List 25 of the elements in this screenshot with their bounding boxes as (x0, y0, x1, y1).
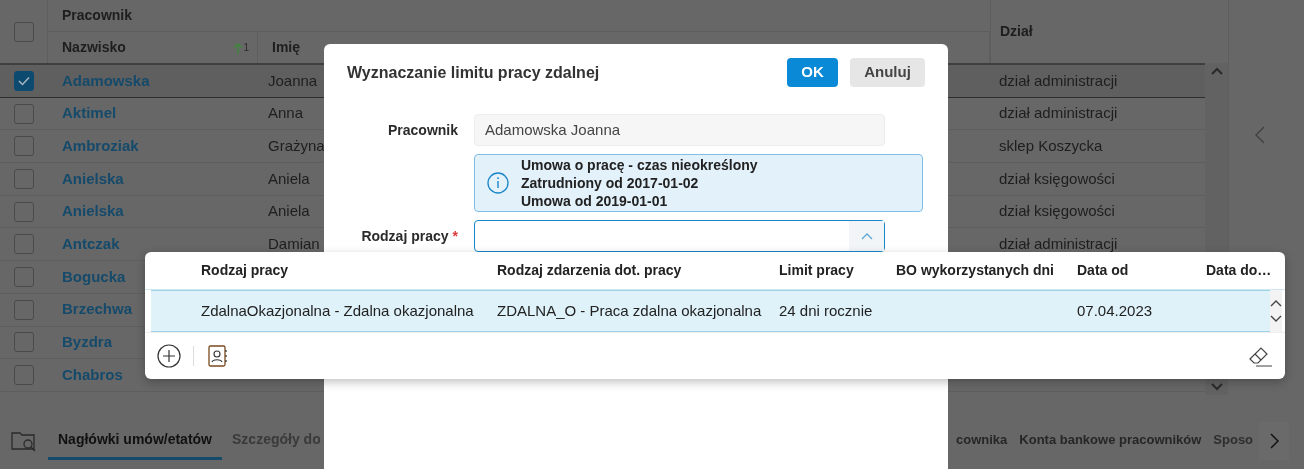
dialog-title: Wyznaczanie limitu pracy zdalnej (347, 62, 600, 83)
table-cell: Joanna (268, 71, 318, 89)
info-text: Umowa od 2019-01-01 (521, 192, 669, 210)
table-cell: dział administracji (999, 71, 1118, 89)
table-cell: 07.04.2023 (1077, 301, 1153, 319)
table-cell: Damian (268, 235, 320, 253)
table-cell: dział administracji (999, 104, 1118, 122)
table-cell: ZDALNA_O - Praca zdalna okazjonalna (497, 301, 762, 319)
table-cell: Grażyna (268, 136, 325, 154)
info-text: Zatrudniony od 2017-01-02 (521, 174, 700, 192)
required-mark: * (452, 227, 458, 244)
table-cell: Aniela (268, 202, 310, 220)
field-label: Rodzaj pracy (361, 227, 449, 244)
table-cell: dział księgowości (999, 169, 1115, 187)
info-text: Umowa o pracę - czas nieokreślony (521, 156, 758, 174)
column-group-header: Pracownik (62, 6, 133, 25)
field-label: Pracownik (387, 121, 458, 138)
table-cell: dział administracji (999, 235, 1118, 253)
table-cell: dział księgowości (999, 202, 1115, 220)
table-cell: sklep Koszycka (999, 136, 1103, 154)
table-cell: Aniela (268, 169, 310, 187)
sort-indicator: 1 (233, 40, 249, 55)
table-cell: ZdalnaOkazjonalna - Zdalna okazjonalna (201, 301, 474, 319)
table-cell: 24 dni rocznie (779, 301, 873, 319)
table-cell: Anna (268, 104, 304, 122)
